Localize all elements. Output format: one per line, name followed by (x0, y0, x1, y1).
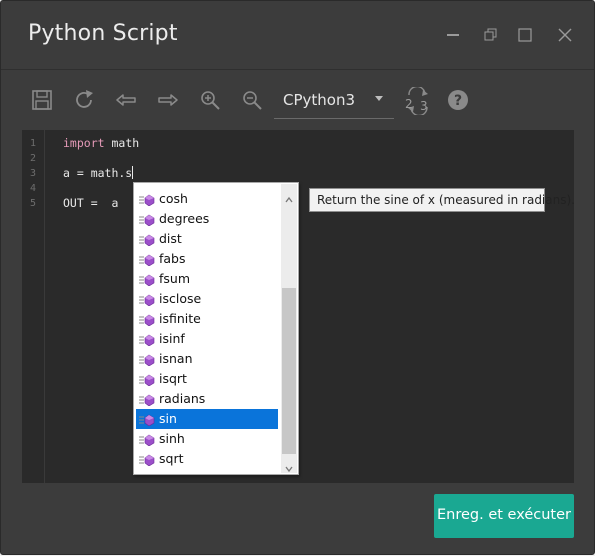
method-icon (139, 413, 155, 427)
redo-icon[interactable] (157, 89, 179, 111)
autocomplete-item[interactable]: sinh (136, 429, 278, 449)
method-icon (139, 333, 155, 347)
undo-icon[interactable] (115, 89, 137, 111)
convert-python-icon[interactable]: 2 3 (403, 85, 433, 117)
autocomplete-item[interactable]: isclose (136, 289, 278, 309)
help-label: ? (454, 93, 462, 109)
code-keyword: import (63, 136, 105, 150)
code-line-1: import math (63, 136, 139, 150)
text-cursor (132, 166, 134, 179)
zoom-out-icon[interactable] (241, 89, 263, 111)
autocomplete-item[interactable]: isinf (136, 329, 278, 349)
engine-select[interactable]: CPython3 (274, 82, 394, 119)
save-and-run-label: Enreg. et exécuter (436, 507, 571, 523)
autocomplete-item[interactable]: degrees (136, 209, 278, 229)
close-icon[interactable] (556, 25, 576, 45)
autocomplete-item[interactable]: cosh (136, 189, 278, 209)
line-number: 2 (29, 153, 37, 164)
code-text: math (104, 136, 140, 150)
scrollbar-thumb[interactable] (282, 288, 296, 454)
chevron-down-icon (375, 96, 383, 101)
method-icon (139, 313, 155, 327)
method-icon (139, 353, 155, 367)
code-line-5: OUT = a (63, 196, 118, 210)
method-icon (139, 273, 155, 287)
line-number: 1 (29, 138, 37, 149)
autocomplete-item[interactable]: isfinite (136, 309, 278, 329)
minimize-icon[interactable] (444, 25, 464, 45)
convert-from-label: 2 (405, 97, 413, 111)
window-title: Python Script (28, 21, 178, 46)
line-number: 5 (29, 198, 37, 209)
save-and-run-button[interactable]: Enreg. et exécuter (434, 494, 574, 538)
autocomplete-item[interactable]: sqrt (136, 449, 278, 469)
method-icon (139, 393, 155, 407)
tooltip-text: Return the sine of x (measured in radian… (317, 193, 575, 207)
autocomplete-popup[interactable]: cosh degrees dist fabs fsum isclose isfi… (133, 182, 299, 475)
convert-to-label: 3 (420, 99, 428, 113)
python-script-window: Python Script 2 3 ? CPython3 1 2 3 4 5 i… (0, 0, 595, 555)
method-icon (139, 253, 155, 267)
autocomplete-item[interactable]: fabs (136, 249, 278, 269)
zoom-in-icon[interactable] (199, 89, 221, 111)
method-icon (139, 373, 155, 387)
save-icon[interactable] (31, 89, 53, 111)
autocomplete-item[interactable]: isqrt (136, 369, 278, 389)
autocomplete-item[interactable]: radians (136, 389, 278, 409)
help-icon[interactable]: ? (447, 89, 469, 111)
signature-tooltip: Return the sine of x (measured in radian… (309, 188, 575, 212)
restore-icon[interactable] (480, 25, 500, 45)
scroll-down-icon[interactable] (285, 460, 293, 473)
autocomplete-scrollbar[interactable] (281, 184, 297, 473)
scroll-up-icon[interactable] (285, 191, 293, 203)
title-bar[interactable]: Python Script (1, 1, 594, 70)
line-number: 4 (29, 183, 37, 194)
autocomplete-item[interactable]: dist (136, 229, 278, 249)
method-icon (139, 233, 155, 247)
line-number: 3 (29, 168, 37, 179)
method-icon (139, 453, 155, 467)
engine-select-value: CPython3 (283, 91, 356, 109)
code-line-3: a = math.s (63, 166, 134, 180)
refresh-icon[interactable] (74, 89, 96, 111)
line-number-gutter: 1 2 3 4 5 (22, 130, 45, 483)
method-icon (139, 193, 155, 207)
method-icon (139, 433, 155, 447)
autocomplete-item[interactable]: fsum (136, 269, 278, 289)
autocomplete-item-selected[interactable]: sin (136, 409, 278, 429)
maximize-icon[interactable] (516, 25, 536, 45)
code-text: OUT = a (63, 196, 119, 210)
method-icon (139, 213, 155, 227)
method-icon (139, 293, 155, 307)
autocomplete-item[interactable]: isnan (136, 349, 278, 369)
code-text: a = math.s (63, 166, 133, 180)
